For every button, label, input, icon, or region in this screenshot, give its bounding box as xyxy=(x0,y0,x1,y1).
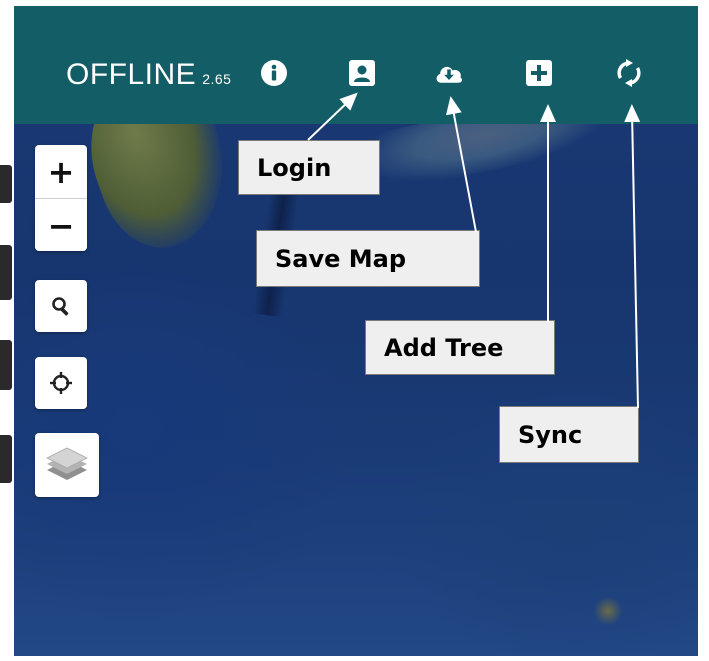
arrow-sync xyxy=(624,104,641,409)
arrow-login xyxy=(307,92,358,141)
screenshot-frame: OFFLINE 2.65 + − Login Save Map Add Tree… xyxy=(0,0,709,661)
arrow-save-map xyxy=(445,96,477,233)
callout-arrows xyxy=(307,92,641,409)
